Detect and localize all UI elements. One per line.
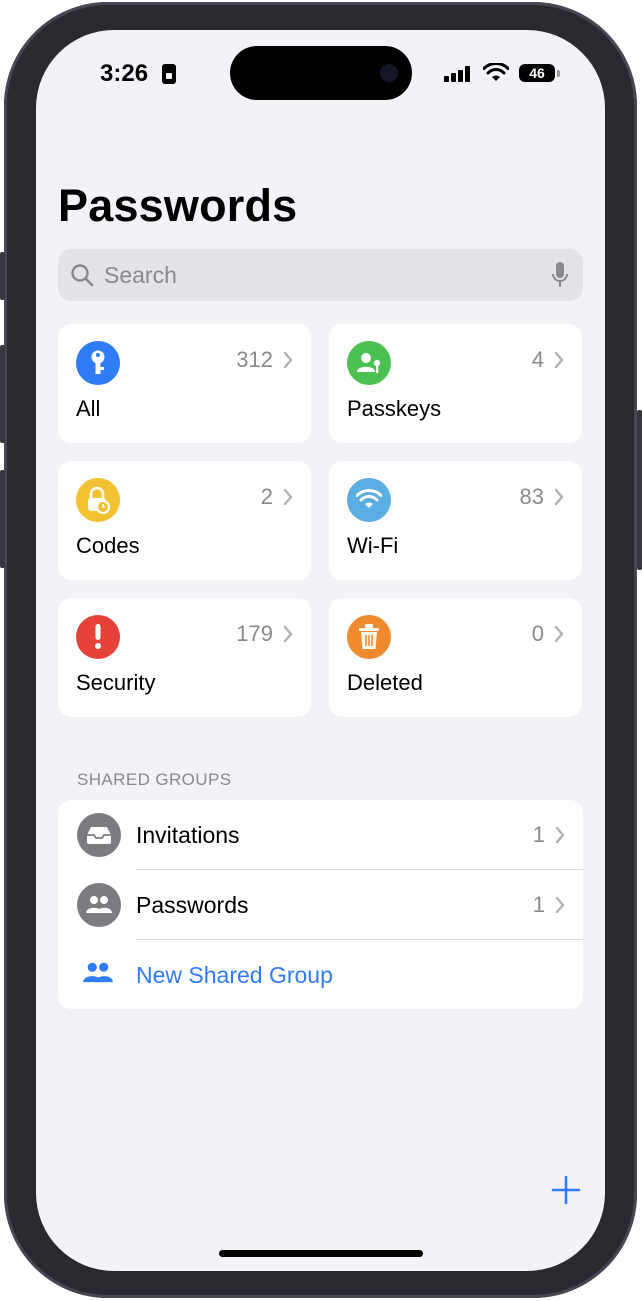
tile-label: All (76, 396, 101, 421)
tile-count: 83 (519, 484, 544, 509)
search-input[interactable]: Search (58, 249, 583, 301)
chevron-right-icon (283, 625, 293, 643)
list-item-label: Invitations (136, 822, 240, 848)
lock-clock-icon (76, 478, 120, 522)
new-shared-group-label: New Shared Group (136, 962, 333, 988)
tile-label: Wi-Fi (347, 533, 399, 558)
list-item-invitations[interactable]: Invitations 1 (58, 800, 583, 870)
chevron-right-icon (554, 625, 564, 643)
new-shared-group-button[interactable]: New Shared Group (58, 940, 583, 1009)
tile-count: 4 (531, 347, 544, 372)
search-icon (71, 264, 94, 287)
tile-count: 179 (236, 621, 273, 646)
wifi-status-icon (483, 63, 509, 81)
list-item-count: 1 (532, 822, 545, 847)
tile-label: Passkeys (347, 396, 442, 421)
tile-count: 2 (260, 484, 273, 509)
trash-icon (347, 615, 391, 659)
chevron-right-icon (555, 826, 565, 844)
exclamation-icon (76, 615, 120, 659)
battery-tip (557, 70, 560, 77)
tile-security[interactable]: 179 Security (58, 598, 311, 717)
chevron-right-icon (554, 488, 564, 506)
chevron-right-icon (555, 896, 565, 914)
page-title: Passwords (58, 180, 298, 231)
search-placeholder: Search (104, 262, 177, 288)
people-icon (77, 883, 121, 927)
tile-deleted[interactable]: 0 Deleted (329, 598, 582, 717)
screen: 3:26 46 Passwords Search 312 All 4 Passk… (36, 30, 605, 1271)
tile-all[interactable]: 312 All (58, 324, 311, 443)
tile-wifi[interactable]: 83 Wi-Fi (329, 461, 582, 580)
home-indicator (219, 1250, 423, 1257)
power-button (637, 410, 642, 570)
people-icon (83, 962, 113, 983)
tile-count: 312 (236, 347, 273, 372)
volume-up-button (0, 345, 5, 443)
list-item-passwords[interactable]: Passwords 1 (58, 870, 583, 940)
shared-groups-list: Invitations 1 Passwords 1 New Shared Gro… (58, 800, 583, 1009)
volume-down-button (0, 470, 5, 568)
tile-codes[interactable]: 2 Codes (58, 461, 311, 580)
tile-label: Codes (76, 533, 140, 558)
chevron-right-icon (283, 488, 293, 506)
dynamic-island (230, 46, 412, 100)
add-button[interactable] (550, 1174, 582, 1206)
inbox-tray-icon (77, 813, 121, 857)
section-header-shared-groups: SHARED GROUPS (77, 770, 232, 789)
chevron-right-icon (283, 351, 293, 369)
wifi-icon (347, 478, 391, 522)
list-item-label: Passwords (136, 892, 249, 918)
camera-icon (380, 64, 398, 82)
key-icon (76, 341, 120, 385)
cellular-signal-icon (444, 66, 472, 82)
tile-passkeys[interactable]: 4 Passkeys (329, 324, 582, 443)
microphone-icon[interactable] (551, 261, 569, 289)
battery-icon: 46 (519, 64, 555, 82)
passkey-person-icon (347, 341, 391, 385)
tile-count: 0 (531, 621, 544, 646)
tile-label: Deleted (347, 670, 423, 695)
status-time: 3:26 (100, 60, 149, 87)
tile-label: Security (76, 670, 156, 695)
list-item-count: 1 (532, 892, 545, 917)
action-button (0, 252, 5, 300)
id-card-icon (162, 64, 176, 84)
chevron-right-icon (554, 351, 564, 369)
